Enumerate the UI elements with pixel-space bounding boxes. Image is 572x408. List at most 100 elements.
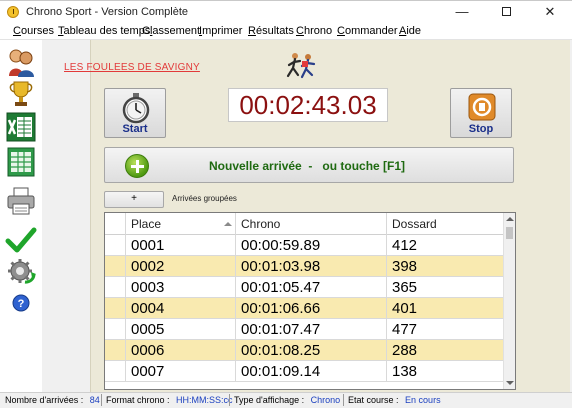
sort-ascending-icon [224, 222, 232, 226]
trophy-icon[interactable] [5, 78, 37, 110]
club-name-link[interactable]: LES FOULEES DE SAVIGNY [64, 62, 200, 73]
new-arrival-label: Nouvelle arrivée - ou touche [F1] [209, 159, 406, 173]
title-bar: Chrono Sport - Version Complète — ✕ [0, 0, 572, 22]
menu-chrono[interactable]: Chrono [296, 25, 332, 37]
table-row[interactable]: 0005 00:01:07.47 477 [105, 319, 503, 340]
arrivals-count: 84 [89, 395, 100, 405]
row-selector [105, 235, 126, 256]
start-label: Start [122, 123, 148, 135]
status-separator [101, 394, 102, 406]
row-selector [105, 277, 126, 298]
chrono-cell: 00:01:05.47 [236, 277, 387, 298]
chrono-cell: 00:01:09.14 [236, 361, 387, 382]
table-row[interactable]: 0001 00:00:59.89 412 [105, 235, 503, 256]
menu-classement[interactable]: Classement [142, 25, 200, 37]
status-format: Format chrono : HH:MM:SS:cc [106, 395, 233, 405]
table-row[interactable]: 0004 00:01:06.66 401 [105, 298, 503, 319]
row-selector [105, 298, 126, 319]
app-stopwatch-icon [7, 6, 19, 18]
dossard-cell: 401 [392, 300, 418, 317]
svg-text:?: ? [18, 298, 25, 310]
settings-refresh-icon[interactable] [5, 256, 37, 288]
row-selector [105, 256, 126, 277]
place-cell: 0006 [126, 340, 236, 361]
table-header: Place Chrono Dossard [105, 213, 503, 235]
chrono-cell: 00:01:08.25 [236, 340, 387, 361]
runners-icon [285, 52, 319, 82]
sidebar: ? [0, 40, 42, 392]
column-header-chrono[interactable]: Chrono [236, 213, 387, 235]
stop-button[interactable]: Stop [450, 88, 512, 138]
checkmark-icon[interactable] [5, 224, 37, 256]
close-button[interactable]: ✕ [528, 1, 572, 23]
menu-courses[interactable]: Courses [13, 25, 54, 37]
status-race-state: Etat course : En cours [348, 395, 441, 405]
place-cell: 0005 [126, 319, 236, 340]
display-type-value: Chrono [310, 395, 341, 405]
status-separator [229, 394, 230, 406]
timer-display: 00:02:43.03 [228, 88, 388, 122]
place-cell: 0001 [126, 235, 236, 256]
help-icon[interactable]: ? [5, 293, 37, 325]
printer-icon[interactable] [5, 185, 37, 217]
stop-icon [468, 93, 496, 121]
stop-label: Stop [468, 123, 494, 135]
spreadsheet-icon[interactable] [5, 146, 37, 178]
dossard-cell: 477 [392, 321, 418, 338]
start-button[interactable]: Start [104, 88, 166, 138]
status-arrivals: Nombre d'arrivées : 84 [5, 395, 100, 405]
row-selector-header [105, 213, 126, 235]
minimize-button[interactable]: — [440, 1, 484, 23]
place-cell: 0004 [126, 298, 236, 319]
place-cell: 0003 [126, 277, 236, 298]
row-selector [105, 340, 126, 361]
status-display-type: Type d'affichage : Chrono [234, 395, 341, 405]
window-title: Chrono Sport - Version Complète [26, 6, 189, 18]
chrono-cell: 00:00:59.89 [236, 235, 387, 256]
grouped-arrivals-label: Arrivées groupées [172, 194, 237, 203]
dossard-cell: 398 [392, 258, 418, 275]
results-table[interactable]: Place Chrono Dossard 0001 00:00:59.89 412 0… [104, 212, 516, 390]
table-row[interactable]: 0007 00:01:09.14 138 [105, 361, 503, 382]
column-header-dossard[interactable]: Dossard [387, 213, 503, 235]
new-arrival-button[interactable]: Nouvelle arrivée - ou touche [F1] [104, 147, 514, 183]
maximize-button[interactable] [484, 1, 528, 23]
minimize-icon: — [455, 4, 469, 19]
row-selector [105, 319, 126, 340]
format-value: HH:MM:SS:cc [176, 395, 233, 405]
excel-icon[interactable] [5, 111, 37, 143]
dossard-cell: 288 [392, 342, 418, 359]
scroll-thumb[interactable] [506, 227, 513, 239]
vertical-scrollbar[interactable] [503, 213, 515, 389]
table-row[interactable]: 0002 00:01:03.98 398 [105, 256, 503, 277]
menu-commander[interactable]: Commander [337, 25, 398, 37]
stopwatch-icon [122, 93, 150, 124]
column-header-place[interactable]: Place [126, 213, 236, 235]
dossard-cell: 412 [392, 237, 418, 254]
chrono-cell: 00:01:03.98 [236, 256, 387, 277]
menu-aide[interactable]: Aide [399, 25, 421, 37]
plus-icon [125, 154, 149, 178]
grouped-arrivals-button[interactable]: + [104, 191, 164, 208]
dossard-cell: 138 [392, 363, 418, 380]
status-bar: Nombre d'arrivées : 84 Format chrono : H… [0, 392, 572, 408]
row-selector [105, 361, 126, 382]
menu-tableau-des-temps[interactable]: Tableau des temps [58, 25, 150, 37]
close-icon: ✕ [544, 4, 556, 19]
chrono-cell: 00:01:06.66 [236, 298, 387, 319]
table-row[interactable]: 0003 00:01:05.47 365 [105, 277, 503, 298]
menu-imprimer[interactable]: Imprimer [199, 25, 242, 37]
status-separator [343, 394, 344, 406]
place-cell: 0002 [126, 256, 236, 277]
scroll-down-icon[interactable] [506, 381, 514, 385]
dossard-cell: 365 [392, 279, 418, 296]
race-state-value: En cours [405, 395, 441, 405]
menu-resultats[interactable]: Résultats [248, 25, 294, 37]
maximize-icon [501, 7, 511, 17]
scroll-up-icon[interactable] [506, 217, 514, 221]
users-icon[interactable] [5, 46, 37, 78]
place-cell: 0007 [126, 361, 236, 382]
table-row[interactable]: 0006 00:01:08.25 288 [105, 340, 503, 361]
chrono-cell: 00:01:07.47 [236, 319, 387, 340]
menu-bar: Courses Tableau des temps Classement Imp… [0, 22, 572, 40]
